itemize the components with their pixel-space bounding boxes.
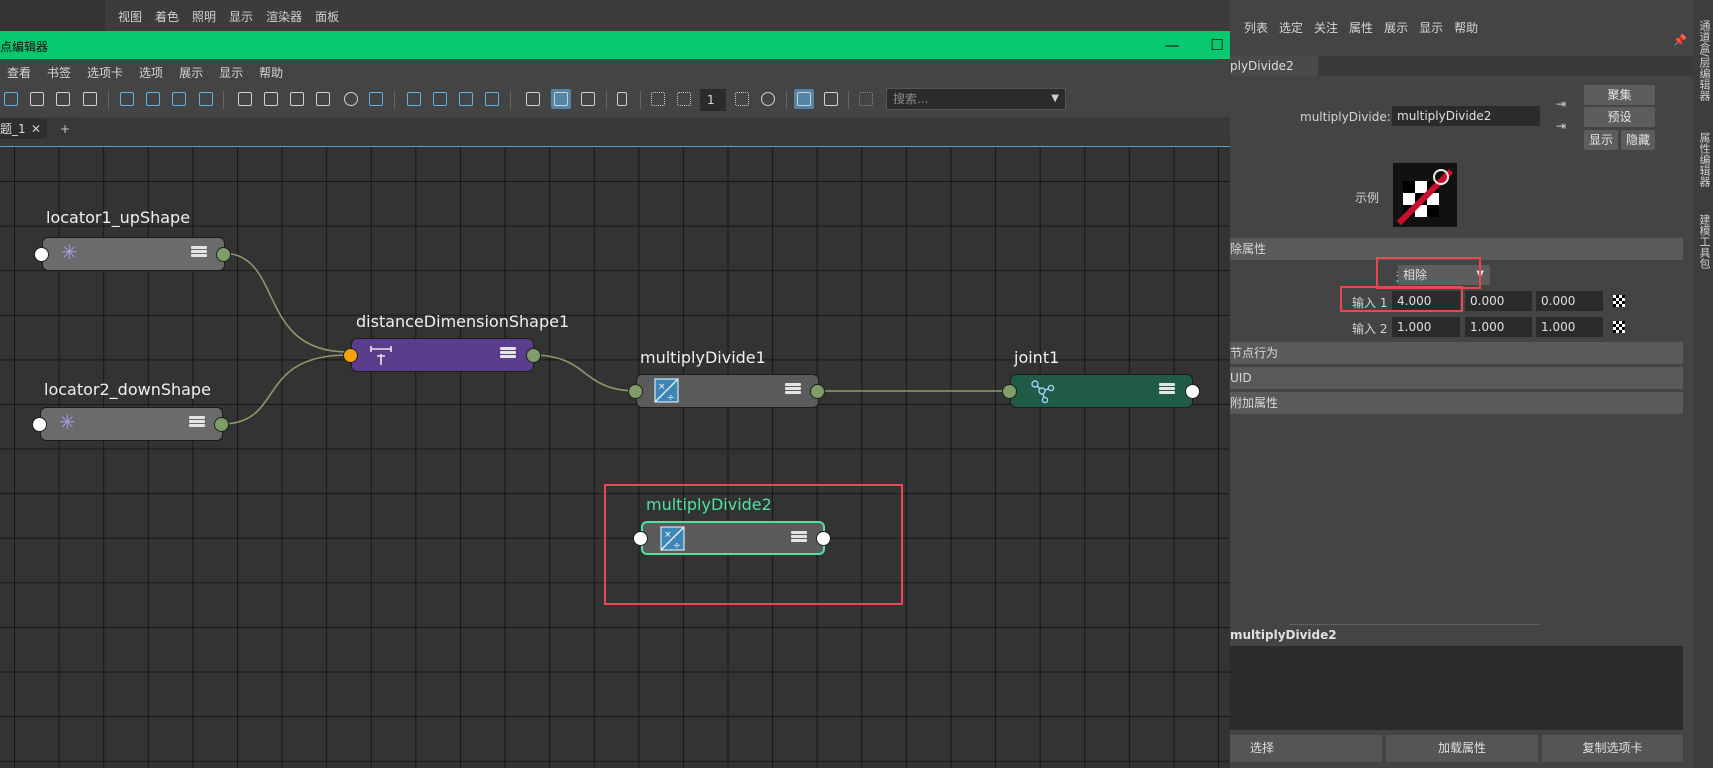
menu-list[interactable]: 列表	[1244, 19, 1268, 36]
node-joint1[interactable]	[1010, 374, 1193, 408]
input1-z-field[interactable]: 0.000	[1536, 291, 1603, 311]
node-locator1-upshape[interactable]: ✳	[42, 237, 225, 271]
load-attributes-button[interactable]: 加载属性	[1386, 735, 1538, 762]
svg-text:÷: ÷	[667, 393, 675, 403]
menu-focus[interactable]: 关注	[1314, 19, 1338, 36]
highlight-box-input1	[1340, 286, 1463, 312]
connection-wire	[221, 354, 349, 425]
select-button[interactable]: 选择	[1230, 735, 1382, 762]
node-stack-icon[interactable]	[785, 383, 801, 397]
connection-wire	[531, 354, 638, 392]
node-locator2-downshape[interactable]: ✳	[40, 407, 223, 441]
attribute-editor-tabrow: plyDivide2	[1230, 56, 1693, 76]
notes-divider	[1290, 624, 1540, 625]
tab-channel-box[interactable]: 通道盒/层编辑器	[1696, 20, 1712, 101]
input1-y-field[interactable]: 0.000	[1465, 291, 1532, 311]
input-port[interactable]	[32, 417, 47, 432]
show-button[interactable]: 显示	[1584, 130, 1618, 150]
node-name-field[interactable]: multiplyDivide2	[1392, 106, 1540, 126]
svg-text:×: ×	[664, 530, 672, 540]
input2-z-field[interactable]: 1.000	[1536, 317, 1603, 337]
node-multiplydivide1[interactable]: × ÷	[636, 374, 819, 408]
node-label-multiplydivide2: multiplyDivide2	[646, 495, 772, 514]
tab-multiplydivide2[interactable]: plyDivide2	[1230, 56, 1318, 76]
section-uuid[interactable]: UID	[1230, 367, 1683, 389]
joint-icon	[1031, 380, 1055, 404]
node-label-distancedimension: distanceDimensionShape1	[356, 312, 570, 331]
menu-attributes[interactable]: 属性	[1349, 19, 1373, 36]
svg-text:×: ×	[658, 382, 666, 392]
connection-wire	[221, 252, 349, 353]
node-label-multiplydivide1: multiplyDivide1	[640, 348, 766, 367]
focus-button[interactable]: 聚集	[1584, 85, 1655, 105]
output-port[interactable]	[810, 384, 825, 399]
node-label-locator1: locator1_upShape	[46, 208, 191, 227]
svg-text:÷: ÷	[673, 541, 681, 551]
input-port[interactable]	[343, 348, 358, 363]
section-node-behavior[interactable]: 节点行为	[1230, 342, 1683, 364]
multiply-divide-swatch-icon	[1396, 168, 1454, 226]
notes-title: multiplyDivide2	[1230, 628, 1337, 642]
sample-swatch	[1393, 163, 1457, 227]
notes-textarea[interactable]	[1230, 646, 1683, 730]
output-port[interactable]	[1185, 384, 1200, 399]
map-button-icon[interactable]	[1613, 295, 1625, 307]
locator-icon: ✳	[59, 410, 76, 434]
input2-x-field[interactable]: 1.000	[1392, 317, 1460, 337]
tab-attribute-editor[interactable]: 属性编辑器	[1696, 132, 1712, 187]
output-port[interactable]	[526, 348, 541, 363]
output-port[interactable]	[216, 247, 231, 262]
node-stack-icon[interactable]	[189, 416, 205, 430]
menu-selected[interactable]: 选定	[1279, 19, 1303, 36]
node-label-joint1: joint1	[1014, 348, 1060, 367]
input-port[interactable]	[633, 531, 648, 546]
node-stack-icon[interactable]	[1159, 383, 1175, 397]
section-label: 除属性	[1230, 242, 1267, 256]
input2-y-field[interactable]: 1.000	[1465, 317, 1532, 337]
sample-label: 示例	[1355, 191, 1380, 205]
output-arrow-icon[interactable]: ⇥	[1556, 119, 1566, 133]
node-stack-icon[interactable]	[791, 531, 807, 545]
tab-modeling-toolkit[interactable]: 建模工具包	[1696, 214, 1712, 269]
menu-show-ae[interactable]: 展示	[1384, 19, 1408, 36]
highlight-box-operation	[1376, 257, 1481, 289]
menu-display-ae[interactable]: 显示	[1419, 19, 1443, 36]
locator-icon: ✳	[61, 240, 78, 264]
menu-help-ae[interactable]: 帮助	[1454, 19, 1478, 36]
input2-label: 输入 2	[1352, 322, 1388, 336]
node-label-locator2: locator2_downShape	[44, 380, 211, 399]
copy-tab-button[interactable]: 复制选项卡	[1542, 735, 1683, 762]
multiply-divide-icon: × ÷	[660, 526, 685, 551]
input-port[interactable]	[628, 384, 643, 399]
node-stack-icon[interactable]	[191, 246, 207, 260]
section-label: UID	[1230, 371, 1252, 385]
attribute-editor-panel: 列表 选定 关注 属性 展示 显示 帮助 📌 plyDivide2 multip…	[1230, 0, 1693, 768]
output-port[interactable]	[214, 417, 229, 432]
distance-dimension-icon	[370, 346, 392, 365]
input-arrow-icon[interactable]: ⇥	[1556, 97, 1566, 111]
map-button-icon[interactable]	[1613, 321, 1625, 333]
section-label: 节点行为	[1230, 346, 1279, 360]
hide-button[interactable]: 隐藏	[1621, 130, 1655, 150]
right-vertical-tabs: 通道盒/层编辑器 属性编辑器 建模工具包	[1693, 0, 1713, 768]
section-extra-attributes[interactable]: 附加属性	[1230, 392, 1683, 414]
input-port[interactable]	[34, 247, 49, 262]
node-stack-icon[interactable]	[500, 347, 516, 361]
presets-button[interactable]: 预设	[1584, 107, 1655, 127]
multiply-divide-icon: × ÷	[654, 378, 679, 403]
section-label: 附加属性	[1230, 396, 1279, 410]
attribute-editor-menubar: 列表 选定 关注 属性 展示 显示 帮助 📌	[1230, 16, 1693, 47]
node-type-label: multiplyDivide:	[1300, 110, 1391, 124]
output-port[interactable]	[816, 531, 831, 546]
pin-icon[interactable]: 📌	[1673, 34, 1687, 47]
node-multiplydivide2[interactable]: × ÷	[641, 521, 825, 555]
input-port[interactable]	[1002, 384, 1017, 399]
node-distancedimensionshape1[interactable]	[351, 338, 534, 372]
